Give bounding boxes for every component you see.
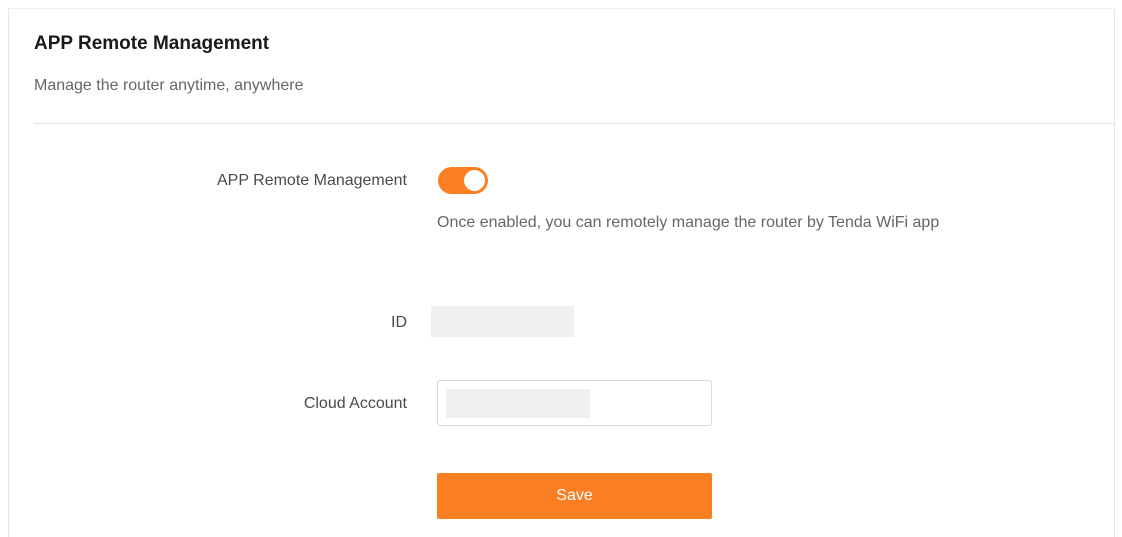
- remote-management-label: APP Remote Management: [216, 172, 407, 189]
- page-subtitle: Manage the router anytime, anywhere: [34, 77, 304, 94]
- remote-management-toggle[interactable]: [438, 167, 488, 194]
- settings-panel: APP Remote Management Manage the router …: [8, 8, 1115, 537]
- header-divider: [34, 123, 1115, 124]
- remote-management-hint: Once enabled, you can remotely manage th…: [437, 214, 940, 231]
- save-button[interactable]: Save: [437, 473, 712, 519]
- cloud-account-label: Cloud Account: [303, 395, 407, 412]
- cloud-account-field[interactable]: [437, 380, 712, 426]
- cloud-account-input[interactable]: [446, 389, 701, 418]
- id-value: [431, 306, 574, 337]
- toggle-knob: [464, 170, 485, 191]
- page-title: APP Remote Management: [34, 33, 270, 54]
- id-label: ID: [391, 314, 407, 331]
